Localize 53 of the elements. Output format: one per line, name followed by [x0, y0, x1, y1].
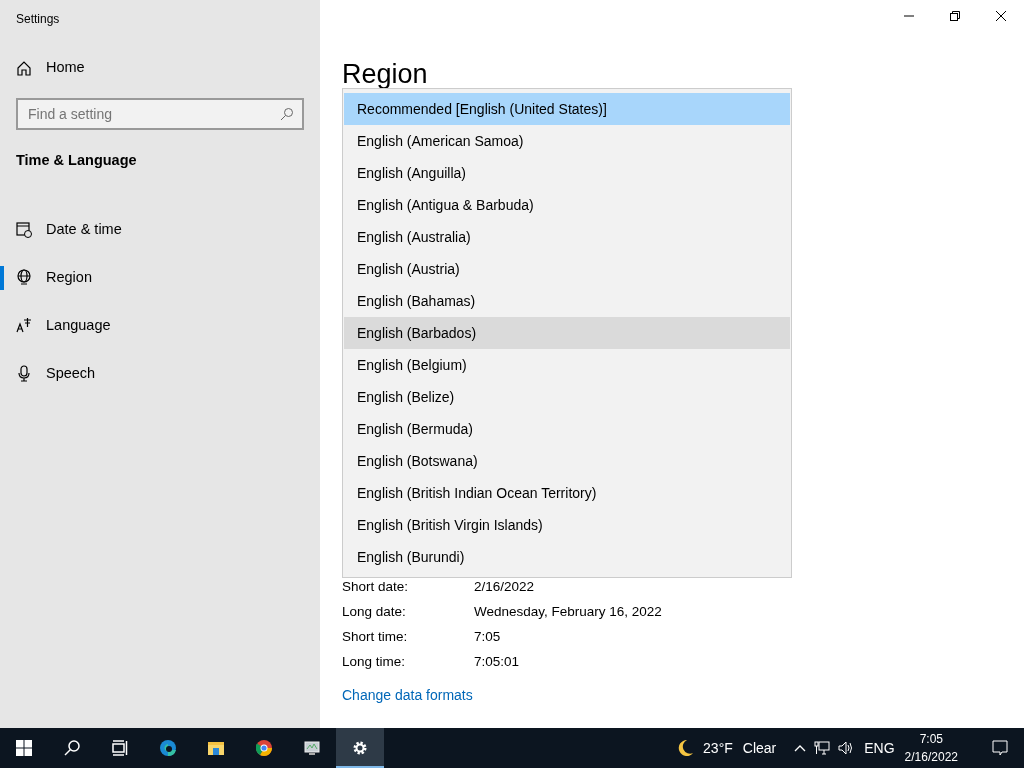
change-formats-link[interactable]: Change data formats	[342, 685, 473, 706]
sidebar-item[interactable]: Language	[0, 301, 304, 350]
search-icon	[280, 107, 294, 121]
sidebar-item[interactable]: Speech	[0, 349, 304, 398]
moon-icon	[677, 739, 694, 757]
dropdown-option[interactable]: Recommended [English (United States)]	[344, 93, 790, 125]
format-label: Short time:	[342, 628, 409, 647]
sidebar-item[interactable]: Date & time	[0, 205, 304, 254]
dropdown-option[interactable]: English (Belgium)	[344, 349, 790, 381]
weather-condition[interactable]: Clear	[742, 737, 777, 759]
network-icon	[814, 741, 831, 755]
weather-temperature[interactable]: 23°F	[703, 737, 733, 759]
dropdown-option[interactable]: English (Bermuda)	[344, 413, 790, 445]
chevron-up-icon	[794, 744, 807, 752]
microphone-icon	[16, 365, 32, 383]
clock-date[interactable]: 2/16/2022	[904, 748, 958, 766]
dropdown-option[interactable]: English (Barbados)	[344, 317, 790, 349]
format-label: Long date:	[342, 603, 407, 622]
format-value: 7:05:01	[474, 653, 520, 672]
calendar-icon	[16, 221, 32, 239]
close-icon[interactable]	[996, 11, 1006, 21]
format-value: 7:05	[474, 628, 501, 647]
format-label: Short date:	[342, 578, 410, 597]
language-indicator[interactable]: ENG	[864, 737, 895, 759]
dropdown-option[interactable]: English (Antigua & Barbuda)	[344, 189, 790, 221]
dropdown-option[interactable]: English (Burundi)	[344, 541, 790, 573]
language-icon	[16, 317, 32, 335]
dropdown-option[interactable]: English (American Samoa)	[344, 125, 790, 157]
section-heading: Time & Language	[16, 151, 138, 170]
search-field[interactable]: Find a setting	[16, 98, 304, 130]
globe-icon	[16, 269, 32, 287]
search-input[interactable]: Find a setting	[26, 102, 280, 126]
dropdown-option[interactable]: English (Botswana)	[344, 445, 790, 477]
dropdown-option[interactable]: English (Belize)	[344, 381, 790, 413]
speaker-icon	[838, 741, 855, 755]
dropdown-option[interactable]: English (Anguilla)	[344, 157, 790, 189]
dropdown-option[interactable]: English (British Indian Ocean Territory)	[344, 477, 790, 509]
format-value: Wednesday, February 16, 2022	[474, 603, 662, 622]
dropdown-option[interactable]: English (Bahamas)	[344, 285, 790, 317]
dropdown-option[interactable]: English (Austria)	[344, 253, 790, 285]
dropdown-option[interactable]: English (Australia)	[344, 221, 790, 253]
home-link[interactable]: Home	[0, 44, 304, 92]
window-title: Settings	[16, 11, 61, 28]
clock-time[interactable]: 7:05	[904, 730, 958, 748]
notifications-icon[interactable]	[992, 740, 1008, 756]
dropdown-option[interactable]: English (British Virgin Islands)	[344, 509, 790, 541]
restore-icon[interactable]	[950, 11, 960, 21]
gear-icon[interactable]	[336, 728, 384, 768]
sidebar-item[interactable]: Region	[0, 253, 304, 302]
home-icon	[16, 60, 32, 76]
format-label: Long time:	[342, 653, 407, 672]
page-title: Region	[342, 58, 429, 91]
format-value: 2/16/2022	[474, 578, 535, 597]
